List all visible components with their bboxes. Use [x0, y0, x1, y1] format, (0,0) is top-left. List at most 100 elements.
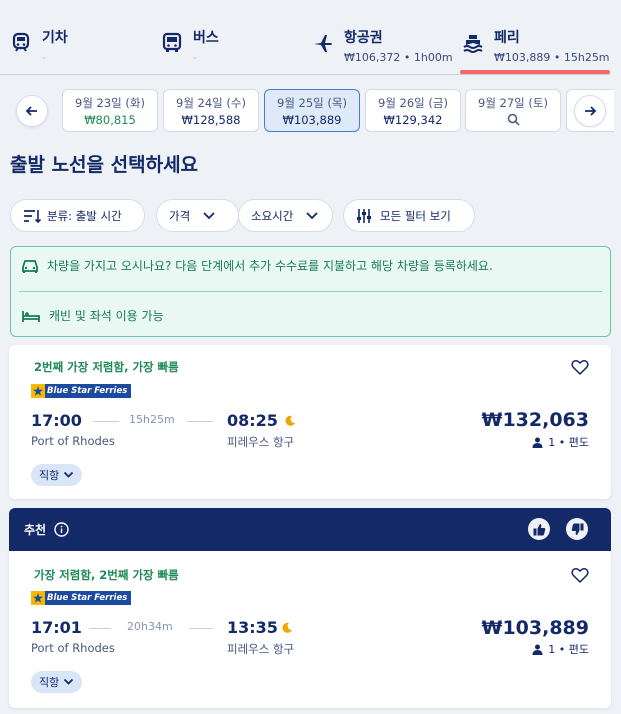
tab-ferry-price: ₩103,889 • 15h25m — [494, 51, 610, 64]
date-price: ₩80,815 — [84, 113, 136, 127]
recommended-text: 추천 — [24, 523, 47, 537]
tab-bus-price: - — [193, 51, 197, 64]
plane-icon — [314, 35, 332, 52]
date-price-search — [466, 113, 560, 129]
tab-train-price: - — [42, 51, 46, 64]
car-icon — [22, 259, 38, 273]
tab-train[interactable]: 기차 - — [10, 22, 68, 65]
sort-label: 분류: 출발 시간 — [47, 208, 122, 223]
tab-ferry[interactable]: 페리 ₩103,889 • 15h25m — [462, 22, 610, 65]
tab-train-label: 기차 — [42, 30, 68, 46]
info-divider — [19, 291, 602, 292]
person-icon — [532, 644, 543, 655]
date-label: 9월 23일 (화) — [75, 96, 145, 110]
tab-ferry-label: 페리 — [494, 30, 520, 46]
duration-line — [89, 628, 111, 629]
date-label: 9월 24일 (수) — [176, 96, 246, 110]
arrival-time: 13:35 — [227, 618, 278, 637]
bed-icon — [22, 310, 40, 322]
tab-bus[interactable]: 버스 - — [161, 22, 219, 65]
passenger-text: 1 • 편도 — [548, 643, 589, 656]
recommended-header: 추천 — [9, 508, 611, 551]
cabin-info-text: 캐빈 및 좌석 이용 가능 — [49, 309, 164, 323]
info-icon[interactable] — [54, 522, 69, 537]
result-price: ₩132,063 — [481, 409, 590, 431]
tab-flight-price: ₩106,372 • 1h00m — [344, 51, 453, 64]
moon-icon — [282, 622, 292, 633]
cabin-info-line: 캐빈 및 좌석 이용 가능 — [21, 307, 164, 324]
passenger-text: 1 • 편도 — [548, 436, 589, 449]
operator-name: Blue Star Ferries — [47, 593, 128, 603]
tab-flight[interactable]: 항공권 ₩106,372 • 1h00m — [312, 22, 453, 65]
heart-icon[interactable] — [571, 567, 589, 584]
duration-line — [189, 628, 213, 629]
date-chip[interactable]: 9월 27일 (토) — [465, 89, 561, 132]
stops-label: 직항 — [39, 469, 60, 482]
date-chip[interactable]: 9월 23일 (화) ₩80,815 — [62, 89, 158, 132]
active-tab-indicator — [460, 70, 610, 74]
duration-line — [187, 421, 213, 422]
duration: 20h34m — [127, 620, 173, 633]
all-filters-button[interactable]: 모든 필터 보기 — [343, 199, 475, 232]
stops-label: 직항 — [39, 676, 60, 689]
thumbs-up-button[interactable] — [528, 518, 550, 540]
tabs-divider — [0, 74, 611, 75]
departure-place: Port of Rhodes — [31, 641, 115, 655]
duration-line — [93, 421, 119, 422]
sliders-icon — [357, 208, 371, 223]
date-price: ₩128,588 — [181, 113, 241, 127]
page-title: 출발 노선을 선택하세요 — [10, 154, 199, 176]
tab-flight-label: 항공권 — [344, 30, 383, 46]
date-price: ₩103,889 — [282, 113, 342, 127]
operator-name: Blue Star Ferries — [47, 386, 128, 396]
arrival-place: 피레우스 항구 — [227, 642, 295, 656]
price-filter-label: 가격 — [169, 208, 191, 223]
thumbs-down-button[interactable] — [566, 518, 588, 540]
train-icon — [12, 32, 30, 52]
operator-logo: Blue Star Ferries — [31, 591, 131, 605]
tab-bus-label: 버스 — [193, 30, 219, 46]
bus-icon — [162, 32, 182, 52]
stops-dropdown[interactable]: 직항 — [31, 464, 83, 486]
ferry-icon — [463, 35, 483, 53]
price-filter[interactable]: 가격 — [156, 199, 239, 232]
date-label: 9월 25일 (목) — [277, 96, 347, 110]
arrival-place: 피레우스 항구 — [227, 435, 295, 449]
chevron-down-icon — [306, 211, 318, 219]
star-icon — [31, 384, 45, 398]
all-filters-label: 모든 필터 보기 — [380, 208, 451, 223]
star-icon — [31, 591, 45, 605]
arrow-left-icon — [25, 106, 37, 116]
date-chip[interactable]: 9월 26일 (금) ₩129,342 — [365, 89, 461, 132]
heart-icon[interactable] — [571, 359, 589, 376]
vehicle-info-line: 차량을 가지고 오시나요? 다음 단계에서 추가 수수료를 지불하고 해당 차량… — [21, 257, 493, 274]
thumbs-down-icon — [571, 523, 583, 535]
duration: 15h25m — [129, 413, 175, 426]
sort-button[interactable]: 분류: 출발 시간 — [10, 199, 145, 232]
arrival-time: 08:25 — [227, 411, 278, 430]
chevron-down-icon — [64, 678, 74, 685]
thumbs-up-icon — [533, 523, 545, 535]
stops-dropdown[interactable]: 직항 — [31, 671, 83, 693]
recommended-label: 추천 — [24, 521, 69, 538]
next-dates-button[interactable] — [574, 95, 606, 127]
person-icon — [532, 437, 543, 448]
search-icon — [507, 113, 520, 126]
date-label: 9월 26일 (금) — [378, 96, 448, 110]
prev-dates-button[interactable] — [16, 95, 48, 127]
duration-filter-label: 소요시간 — [251, 208, 294, 223]
result-card[interactable]: 2번째 가장 저렴함, 가장 빠름 Blue Star Ferries 17:0… — [9, 345, 611, 499]
vehicle-info-text: 차량을 가지고 오시나요? 다음 단계에서 추가 수수료를 지불하고 해당 차량… — [47, 259, 493, 273]
sort-icon — [24, 209, 41, 223]
result-card-recommended[interactable]: 가장 저렴함, 2번째 가장 빠름 Blue Star Ferries 17:0… — [9, 551, 611, 708]
result-tag: 가장 저렴함, 2번째 가장 빠름 — [34, 568, 179, 582]
departure-place: Port of Rhodes — [31, 434, 115, 448]
departure-time: 17:01 — [31, 618, 82, 637]
date-price: ₩129,342 — [383, 113, 443, 127]
chevron-down-icon — [203, 211, 215, 219]
duration-filter[interactable]: 소요시간 — [238, 199, 333, 232]
arrow-right-icon — [585, 106, 597, 116]
date-chip-selected[interactable]: 9월 25일 (목) ₩103,889 — [264, 89, 360, 132]
operator-logo: Blue Star Ferries — [31, 384, 131, 398]
date-chip[interactable]: 9월 24일 (수) ₩128,588 — [163, 89, 259, 132]
